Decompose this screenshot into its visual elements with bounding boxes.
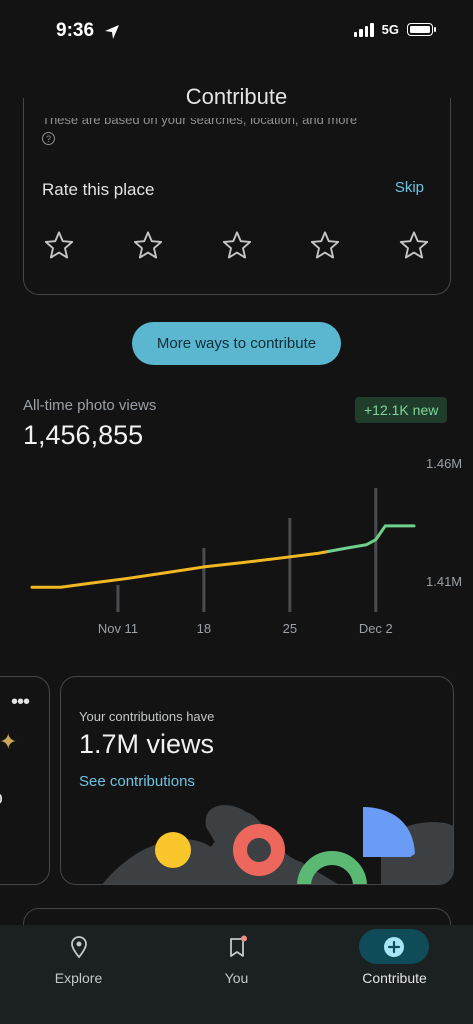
skip-button[interactable]: Skip: [395, 179, 424, 196]
rate-label: Rate this place: [42, 180, 155, 199]
star-1-icon[interactable]: [43, 229, 75, 261]
see-contributions-link[interactable]: See contributions: [79, 773, 195, 790]
star-4-icon[interactable]: [309, 229, 341, 261]
status-time: 9:36: [56, 20, 95, 41]
contributions-card[interactable]: Your contributions have 1.7M views See c…: [60, 676, 454, 885]
chart-line-new: [326, 524, 416, 554]
pin-icon: [70, 936, 87, 959]
nav-explore[interactable]: Explore: [0, 925, 157, 1024]
new-views-badge: +12.1K new: [355, 397, 448, 423]
chart-x-tick-label: Nov 11: [98, 621, 138, 636]
battery-icon: [407, 23, 436, 36]
nav-you[interactable]: You: [158, 925, 315, 1024]
chart-x-tick-label: 18: [197, 621, 211, 636]
bookmark-icon: [229, 935, 247, 957]
previous-card-text: to: [0, 788, 3, 810]
location-arrow-icon: [105, 25, 119, 39]
star-2-icon[interactable]: [132, 229, 164, 261]
more-options-icon[interactable]: •••: [11, 691, 30, 714]
help-icon[interactable]: ?: [42, 132, 55, 145]
add-circle-icon: [384, 937, 404, 957]
more-ways-to-contribute-button[interactable]: More ways to contribute: [132, 322, 341, 365]
previous-card[interactable]: ••• ✦ to: [0, 676, 50, 885]
chart-line-previous: [30, 550, 330, 589]
status-indicators: 5G: [353, 22, 436, 37]
rate-place-card: These are based on your searches, locati…: [23, 98, 451, 295]
photo-views-chart[interactable]: Nov 11 18 25 Dec 2 1.46M 1.41M: [0, 440, 473, 650]
chart-x-tick-label: 25: [283, 621, 297, 636]
chart-y-tick-label: 1.41M: [426, 574, 462, 589]
network-type: 5G: [381, 22, 399, 37]
nav-explore-label: Explore: [54, 970, 103, 986]
photo-views-label: All-time photo views: [23, 397, 157, 414]
chart-y-tick-label: 1.46M: [426, 456, 462, 471]
nav-you-label: You: [224, 970, 249, 986]
rate-hint-text: These are based on your searches, locati…: [42, 112, 358, 127]
chart-x-tick-label: Dec 2: [359, 621, 393, 636]
star-5-icon[interactable]: [398, 229, 430, 261]
signal-icon: [353, 22, 374, 37]
nav-contribute-label: Contribute: [362, 970, 427, 986]
contributions-label: Your contributions have: [79, 709, 215, 724]
contributions-value: 1.7M views: [79, 729, 215, 759]
star-3-icon[interactable]: [221, 229, 253, 261]
sparkle-icon: ✦: [0, 729, 18, 754]
contribute-active-pill[interactable]: [359, 929, 429, 964]
